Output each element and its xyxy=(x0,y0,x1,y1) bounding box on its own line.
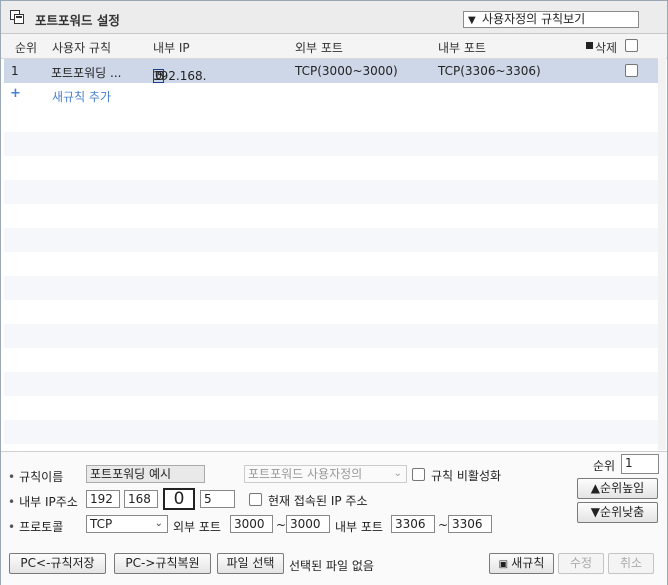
raise-order-label: 순위높임 xyxy=(600,481,645,495)
raise-order-button[interactable]: ▲순위높임 xyxy=(577,478,658,499)
ip-octet-1-input[interactable]: 192 xyxy=(86,490,120,508)
table-header: 순위 사용자 규칙 내부 IP 외부 포트 내부 포트 삭제 xyxy=(1,34,667,59)
empty-row xyxy=(4,180,658,204)
select-all-checkbox[interactable] xyxy=(625,39,638,52)
add-rule-row[interactable]: + 새규칙 추가 xyxy=(4,84,658,106)
preset-select[interactable]: 포트포워드 사용자정의 ⌄ xyxy=(244,465,407,483)
internal-port-from-input[interactable]: 3306 xyxy=(391,515,435,533)
table-row[interactable]: 1 포트포워딩 ... 192.168. 0.5 TCP(3000~3000) T… xyxy=(4,59,658,83)
col-external-port: 외부 포트 xyxy=(295,41,343,55)
order-label: 순위 xyxy=(593,459,616,473)
restore-from-pc-button[interactable]: PC->규칙복원 xyxy=(114,553,211,574)
col-internal-port: 내부 포트 xyxy=(438,41,486,55)
port-forward-window: 포트포워드 설정 ▼ 사용자정의 규칙보기 순위 사용자 규칙 내부 IP 외부… xyxy=(0,0,668,585)
internal-ip-label-text: 내부 IP주소 xyxy=(19,495,78,509)
row-delete-checkbox[interactable] xyxy=(625,64,638,77)
rule-name-label-text: 규칙이름 xyxy=(19,470,64,484)
internal-ip-label: • 내부 IP주소 xyxy=(8,495,78,509)
protocol-select[interactable]: TCP ⌄ xyxy=(86,515,168,533)
cancel-button[interactable]: 취소 xyxy=(608,553,654,574)
choose-file-button[interactable]: 파일 선택 xyxy=(217,553,284,574)
current-ip-checkbox[interactable] xyxy=(249,493,262,506)
window-icon xyxy=(10,10,24,24)
disable-rule-label: 규칙 비활성화 xyxy=(431,469,502,483)
protocol-select-value: TCP xyxy=(90,517,113,531)
new-rule-button[interactable]: ▣ 새규칙 xyxy=(489,553,554,574)
chevron-down-icon: ⌄ xyxy=(154,518,163,529)
col-order: 순위 xyxy=(15,41,38,55)
external-port-label: 외부 포트 xyxy=(173,520,221,534)
triangle-down-icon: ▼ xyxy=(590,505,601,519)
preset-select-value: 포트포워드 사용자정의 xyxy=(248,467,363,481)
rule-edit-panel: • 규칙이름 포트포워딩 예시 포트포워드 사용자정의 ⌄ 규칙 비활성화 순위 … xyxy=(1,451,667,585)
lower-order-label: 순위낮춤 xyxy=(600,505,645,519)
empty-row xyxy=(4,420,658,444)
protocol-label-text: 프로토콜 xyxy=(19,520,64,534)
external-port-to-input[interactable]: 3000 xyxy=(286,515,330,533)
ip-octet-3-input[interactable]: 0 xyxy=(163,488,195,510)
ip-octet-4-input[interactable]: 5 xyxy=(200,490,235,508)
row-external-port: TCP(3000~3000) xyxy=(295,64,398,78)
internal-port-label: 내부 포트 xyxy=(335,520,383,534)
empty-row xyxy=(4,372,658,396)
col-delete: 삭제 xyxy=(595,41,618,55)
empty-row xyxy=(4,132,658,156)
rule-name-input[interactable]: 포트포워딩 예시 xyxy=(86,465,205,483)
row-rule: 포트포워딩 ... xyxy=(51,66,122,80)
table-scrollbar[interactable] xyxy=(658,58,666,450)
rule-view-select[interactable]: ▼ 사용자정의 규칙보기 xyxy=(463,11,639,28)
ip-octet-2-input[interactable]: 168 xyxy=(124,490,158,508)
plus-icon: + xyxy=(10,86,21,101)
chevron-down-icon: ⌄ xyxy=(393,468,402,479)
no-file-label: 선택된 파일 없음 xyxy=(289,559,374,573)
save-to-pc-button[interactable]: PC<-규칙저장 xyxy=(9,553,106,574)
disable-rule-checkbox[interactable] xyxy=(412,468,425,481)
chevron-down-icon: ▼ xyxy=(468,15,476,26)
order-input[interactable]: 1 xyxy=(621,454,659,474)
ip-last: .5 xyxy=(153,69,165,83)
empty-row xyxy=(4,324,658,348)
row-internal-port: TCP(3306~3306) xyxy=(438,64,541,78)
external-port-tilde: ~ xyxy=(276,518,287,532)
new-rule-label: 새규칙 xyxy=(511,556,545,570)
edit-button[interactable]: 수정 xyxy=(558,553,604,574)
title-bar: 포트포워드 설정 ▼ 사용자정의 규칙보기 xyxy=(1,1,667,34)
rule-name-label: • 규칙이름 xyxy=(8,470,64,484)
plus-icon: ▣ xyxy=(498,559,512,570)
current-ip-label: 현재 접속된 IP 주소 xyxy=(268,494,368,508)
empty-row xyxy=(4,276,658,300)
protocol-label: • 프로토콜 xyxy=(8,520,64,534)
row-order: 1 xyxy=(11,64,19,78)
internal-port-tilde: ~ xyxy=(438,518,449,532)
minus-icon xyxy=(586,42,593,49)
external-port-from-input[interactable]: 3000 xyxy=(230,515,273,533)
col-rule: 사용자 규칙 xyxy=(52,41,112,55)
col-internal-ip: 내부 IP xyxy=(153,41,190,55)
triangle-up-icon: ▲ xyxy=(590,481,601,495)
add-rule-label: 새규칙 추가 xyxy=(52,90,112,104)
empty-row xyxy=(4,228,658,252)
internal-port-to-input[interactable]: 3306 xyxy=(448,515,492,533)
rule-view-select-value: 사용자정의 규칙보기 xyxy=(482,12,586,26)
lower-order-button[interactable]: ▼순위낮춤 xyxy=(577,502,658,523)
page-title: 포트포워드 설정 xyxy=(35,13,120,28)
